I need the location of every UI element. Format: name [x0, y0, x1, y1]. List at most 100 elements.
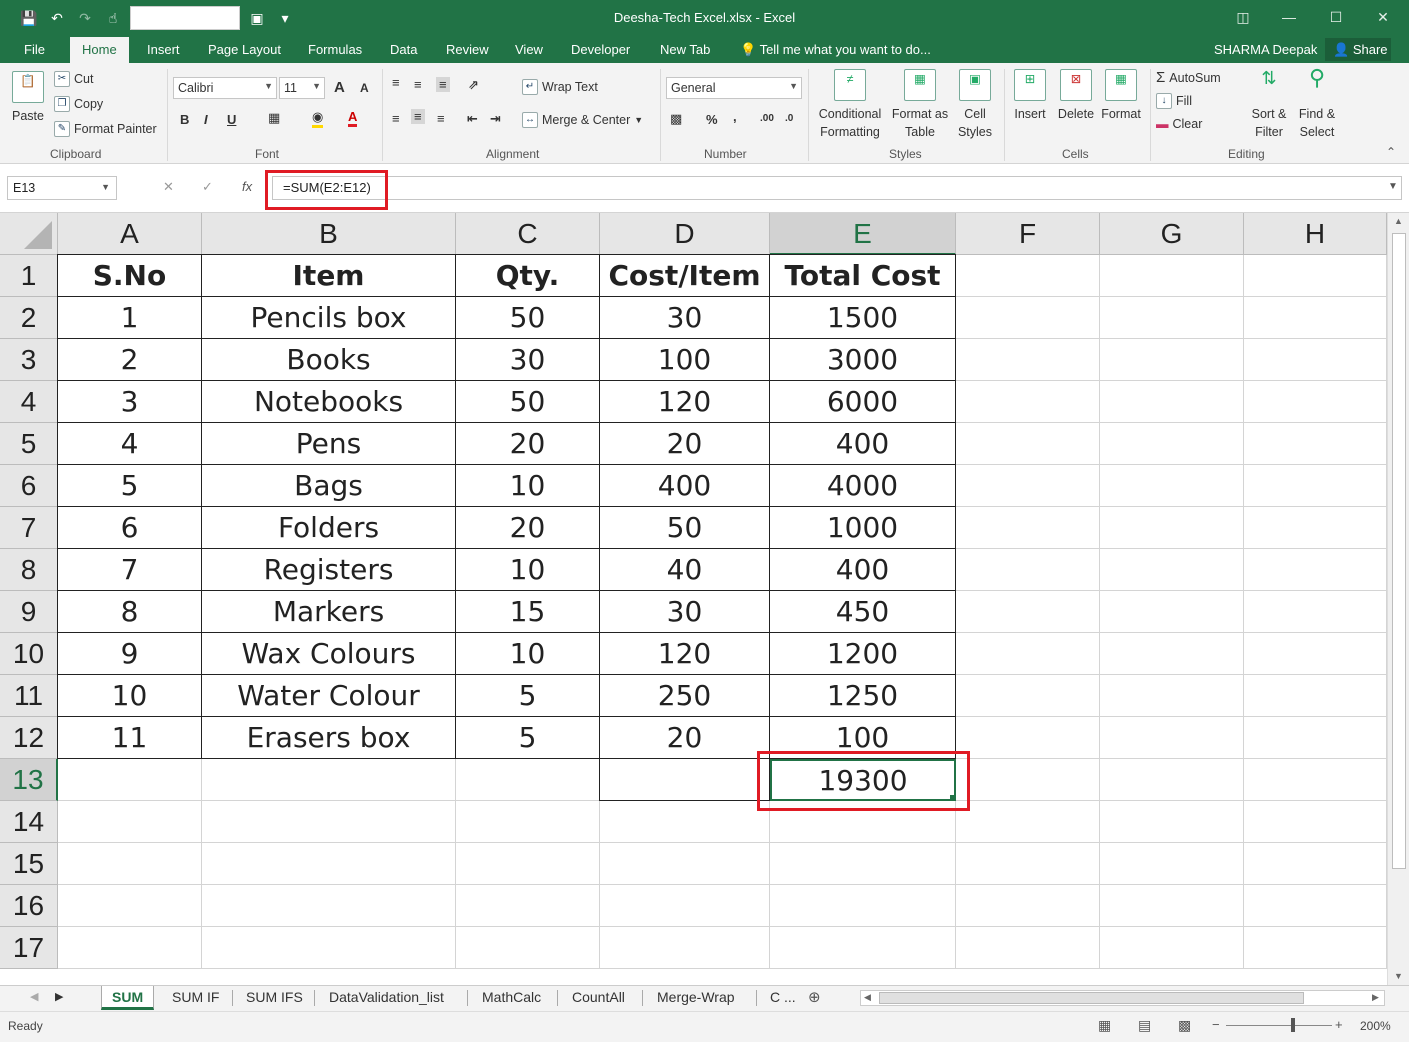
- sheet-tab-sum-if[interactable]: SUM IF: [172, 986, 219, 1010]
- cell-g13[interactable]: [1100, 759, 1244, 801]
- cell-b9[interactable]: Markers: [202, 591, 456, 633]
- decrease-font-button[interactable]: A: [360, 81, 369, 95]
- cell-h4[interactable]: [1244, 381, 1387, 423]
- cut-button[interactable]: ✂ Cut: [54, 71, 93, 87]
- cell-c7[interactable]: 20: [456, 507, 600, 549]
- cell-c2[interactable]: 50: [456, 297, 600, 339]
- cell-b4[interactable]: Notebooks: [202, 381, 456, 423]
- cancel-icon[interactable]: ✕: [163, 179, 174, 195]
- formula-input[interactable]: =SUM(E2:E12): [272, 176, 1402, 200]
- cell-f9[interactable]: [956, 591, 1100, 633]
- scroll-sheets-left-icon[interactable]: ◀: [30, 990, 38, 1003]
- delete-cells-button[interactable]: ⊠ Delete: [1054, 69, 1098, 123]
- cell-a1[interactable]: S.No: [58, 255, 202, 297]
- decrease-decimal-icon[interactable]: .0: [785, 113, 793, 124]
- comma-button[interactable]: ,: [733, 109, 737, 124]
- orientation-icon[interactable]: ⇗: [468, 77, 479, 93]
- cell-c6[interactable]: 10: [456, 465, 600, 507]
- cell-b6[interactable]: Bags: [202, 465, 456, 507]
- cell-d14[interactable]: [600, 801, 770, 843]
- cell-g2[interactable]: [1100, 297, 1244, 339]
- cell-e5[interactable]: 400: [770, 423, 956, 465]
- cell-f2[interactable]: [956, 297, 1100, 339]
- row-header-3[interactable]: 3: [0, 339, 58, 381]
- normal-view-icon[interactable]: ▦: [1098, 1017, 1111, 1034]
- cell-b14[interactable]: [202, 801, 456, 843]
- row-header-12[interactable]: 12: [0, 717, 58, 759]
- cell-b7[interactable]: Folders: [202, 507, 456, 549]
- decrease-indent-icon[interactable]: ⇤: [467, 111, 478, 127]
- scroll-left-icon[interactable]: ◀: [864, 992, 871, 1003]
- clear-button[interactable]: ▬ Clear: [1156, 117, 1202, 131]
- cell-a17[interactable]: [58, 927, 202, 969]
- cell-f10[interactable]: [956, 633, 1100, 675]
- cell-styles-button[interactable]: ▣ Cell Styles: [952, 69, 998, 141]
- cell-b15[interactable]: [202, 843, 456, 885]
- cell-f15[interactable]: [956, 843, 1100, 885]
- row-header-15[interactable]: 15: [0, 843, 58, 885]
- find-select-button[interactable]: ⚲ Find & Select: [1294, 67, 1340, 141]
- zoom-out-icon[interactable]: −: [1212, 1017, 1220, 1032]
- cell-d8[interactable]: 40: [600, 549, 770, 591]
- cell-a12[interactable]: 11: [58, 717, 202, 759]
- cell-h6[interactable]: [1244, 465, 1387, 507]
- cell-g9[interactable]: [1100, 591, 1244, 633]
- cell-b12[interactable]: Erasers box: [202, 717, 456, 759]
- cell-a8[interactable]: 7: [58, 549, 202, 591]
- align-right-icon[interactable]: ≡: [437, 111, 445, 126]
- cell-e15[interactable]: [770, 843, 956, 885]
- cell-f12[interactable]: [956, 717, 1100, 759]
- cell-d9[interactable]: 30: [600, 591, 770, 633]
- italic-button[interactable]: I: [204, 112, 208, 127]
- cell-h11[interactable]: [1244, 675, 1387, 717]
- cell-e10[interactable]: 1200: [770, 633, 956, 675]
- row-header-8[interactable]: 8: [0, 549, 58, 591]
- cell-b13[interactable]: [202, 759, 456, 801]
- cell-g14[interactable]: [1100, 801, 1244, 843]
- tab-formulas[interactable]: Formulas: [308, 42, 362, 57]
- cell-h13[interactable]: [1244, 759, 1387, 801]
- align-middle-icon[interactable]: ≡: [414, 77, 422, 92]
- cell-g11[interactable]: [1100, 675, 1244, 717]
- cell-c16[interactable]: [456, 885, 600, 927]
- sheet-tab-datavalidation[interactable]: DataValidation_list: [329, 986, 444, 1010]
- cell-d1[interactable]: Cost/Item: [600, 255, 770, 297]
- enter-icon[interactable]: ✓: [202, 179, 213, 195]
- paste-button[interactable]: 📋 Paste: [8, 71, 48, 125]
- row-header-6[interactable]: 6: [0, 465, 58, 507]
- cell-e1[interactable]: Total Cost: [770, 255, 956, 297]
- cell-f7[interactable]: [956, 507, 1100, 549]
- cell-e8[interactable]: 400: [770, 549, 956, 591]
- align-center-icon[interactable]: ≡: [411, 109, 425, 124]
- bold-button[interactable]: B: [180, 112, 189, 127]
- cell-a2[interactable]: 1: [58, 297, 202, 339]
- cell-c10[interactable]: 10: [456, 633, 600, 675]
- row-header-9[interactable]: 9: [0, 591, 58, 633]
- scroll-up-icon[interactable]: ▲: [1394, 216, 1403, 226]
- cell-c12[interactable]: 5: [456, 717, 600, 759]
- cell-b1[interactable]: Item: [202, 255, 456, 297]
- cell-f16[interactable]: [956, 885, 1100, 927]
- row-header-5[interactable]: 5: [0, 423, 58, 465]
- column-header-g[interactable]: G: [1100, 213, 1244, 255]
- cell-a6[interactable]: 5: [58, 465, 202, 507]
- cell-h8[interactable]: [1244, 549, 1387, 591]
- expand-formula-bar-icon[interactable]: ▼: [1388, 181, 1398, 192]
- accounting-format-icon[interactable]: ▩: [670, 111, 682, 127]
- cell-h14[interactable]: [1244, 801, 1387, 843]
- align-bottom-icon[interactable]: ≡: [436, 77, 450, 92]
- autosum-button[interactable]: Σ AutoSum: [1156, 69, 1221, 86]
- align-top-icon[interactable]: ≡: [392, 75, 400, 90]
- sheet-tab-sum-ifs[interactable]: SUM IFS: [246, 986, 303, 1010]
- increase-decimal-icon[interactable]: .00: [760, 113, 774, 124]
- column-header-f[interactable]: F: [956, 213, 1100, 255]
- tell-me-box[interactable]: 💡 Tell me what you want to do...: [740, 42, 931, 58]
- cell-c8[interactable]: 10: [456, 549, 600, 591]
- cell-e6[interactable]: 4000: [770, 465, 956, 507]
- column-header-b[interactable]: B: [202, 213, 456, 255]
- cell-g12[interactable]: [1100, 717, 1244, 759]
- cell-e2[interactable]: 1500: [770, 297, 956, 339]
- tab-insert[interactable]: Insert: [147, 42, 180, 57]
- scroll-down-icon[interactable]: ▼: [1394, 971, 1403, 981]
- cell-d12[interactable]: 20: [600, 717, 770, 759]
